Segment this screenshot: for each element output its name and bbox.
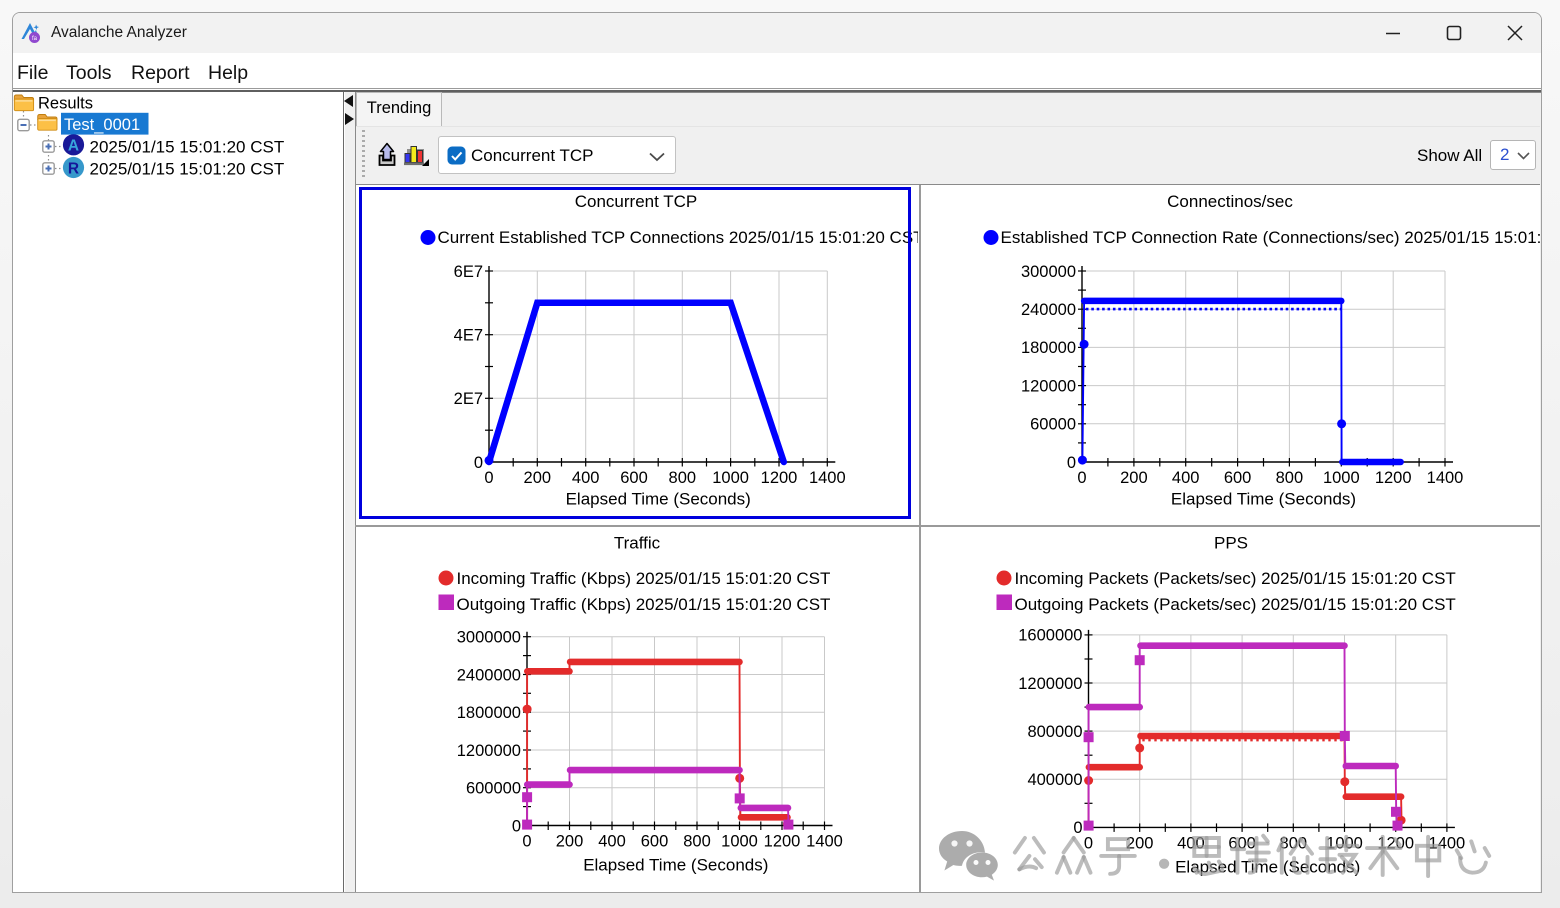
svg-text:Concurrent TCP: Concurrent TCP	[575, 192, 698, 211]
svg-text:1600000: 1600000	[1018, 627, 1082, 645]
svg-text:Outgoing Packets (Packets/sec): Outgoing Packets (Packets/sec) 2025/01/1…	[1015, 595, 1456, 614]
svg-text:Incoming Traffic (Kbps) 2025/0: Incoming Traffic (Kbps) 2025/01/15 15:01…	[457, 569, 831, 588]
svg-text:1000: 1000	[712, 469, 749, 487]
svg-text:300000: 300000	[1021, 263, 1076, 281]
svg-text:Elapsed Time (Seconds): Elapsed Time (Seconds)	[566, 490, 751, 509]
svg-text:PPS: PPS	[1214, 534, 1248, 553]
svg-text:1200000: 1200000	[1018, 675, 1082, 693]
svg-text:1000: 1000	[1323, 469, 1360, 487]
svg-text:200: 200	[524, 469, 552, 487]
svg-text:A: A	[68, 138, 79, 155]
svg-text:600000: 600000	[466, 780, 521, 798]
svg-text:Traffic: Traffic	[614, 534, 661, 553]
svg-text:400: 400	[1172, 469, 1200, 487]
svg-text:0: 0	[512, 817, 521, 835]
svg-text:0: 0	[474, 454, 483, 472]
svg-text:Elapsed Time (Seconds): Elapsed Time (Seconds)	[583, 856, 768, 875]
svg-text:2E7: 2E7	[454, 390, 483, 408]
svg-text:800: 800	[669, 469, 697, 487]
svg-text:400: 400	[572, 469, 600, 487]
svg-text:200: 200	[556, 833, 584, 851]
svg-text:1200: 1200	[761, 469, 798, 487]
svg-text:Results: Results	[38, 95, 93, 113]
svg-text:0: 0	[484, 469, 493, 487]
svg-text:Elapsed Time (Seconds): Elapsed Time (Seconds)	[1171, 490, 1356, 509]
svg-text:600: 600	[641, 833, 669, 851]
svg-text:3000000: 3000000	[457, 629, 521, 647]
svg-text:1200: 1200	[764, 833, 801, 851]
svg-text:Connectinos/sec: Connectinos/sec	[1167, 192, 1293, 211]
svg-text:0: 0	[1077, 469, 1086, 487]
svg-text:60000: 60000	[1030, 416, 1076, 434]
svg-text:1000: 1000	[721, 833, 758, 851]
svg-text:400000: 400000	[1027, 771, 1082, 789]
svg-text:800: 800	[1276, 469, 1304, 487]
svg-text:6E7: 6E7	[454, 263, 483, 281]
svg-text:400: 400	[598, 833, 626, 851]
svg-text:0: 0	[522, 833, 531, 851]
svg-text:1400: 1400	[809, 469, 846, 487]
svg-text:Test_0001: Test_0001	[64, 116, 140, 134]
svg-text:Outgoing Traffic (Kbps) 2025/0: Outgoing Traffic (Kbps) 2025/01/15 15:01…	[457, 595, 831, 614]
svg-text:1400: 1400	[806, 833, 843, 851]
svg-text:800: 800	[683, 833, 711, 851]
svg-text:2025/01/15 15:01:20 CST: 2025/01/15 15:01:20 CST	[90, 137, 285, 156]
svg-text:Established TCP Connection Rat: Established TCP Connection Rate (Connect…	[1001, 228, 1541, 247]
svg-text:1200000: 1200000	[457, 742, 521, 760]
svg-text:2400000: 2400000	[457, 666, 521, 684]
svg-text:180000: 180000	[1021, 339, 1076, 357]
svg-text:800000: 800000	[1027, 723, 1082, 741]
svg-text:2025/01/15 15:01:20 CST: 2025/01/15 15:01:20 CST	[90, 159, 285, 178]
svg-text:600: 600	[620, 469, 648, 487]
svg-text:R: R	[68, 160, 79, 177]
svg-text:4E7: 4E7	[454, 327, 483, 345]
svg-text:1200: 1200	[1375, 469, 1412, 487]
svg-text:240000: 240000	[1021, 301, 1076, 319]
svg-text:600: 600	[1224, 469, 1252, 487]
svg-text:200: 200	[1120, 469, 1148, 487]
svg-text:Current Established TCP Connec: Current Established TCP Connections 2025…	[438, 228, 924, 247]
svg-text:1400: 1400	[1427, 469, 1464, 487]
svg-text:Incoming Packets (Packets/sec): Incoming Packets (Packets/sec) 2025/01/1…	[1015, 569, 1456, 588]
svg-text:0: 0	[1067, 454, 1076, 472]
svg-text:fa: fa	[32, 36, 38, 42]
svg-text:120000: 120000	[1021, 377, 1076, 395]
svg-text:1800000: 1800000	[457, 704, 521, 722]
